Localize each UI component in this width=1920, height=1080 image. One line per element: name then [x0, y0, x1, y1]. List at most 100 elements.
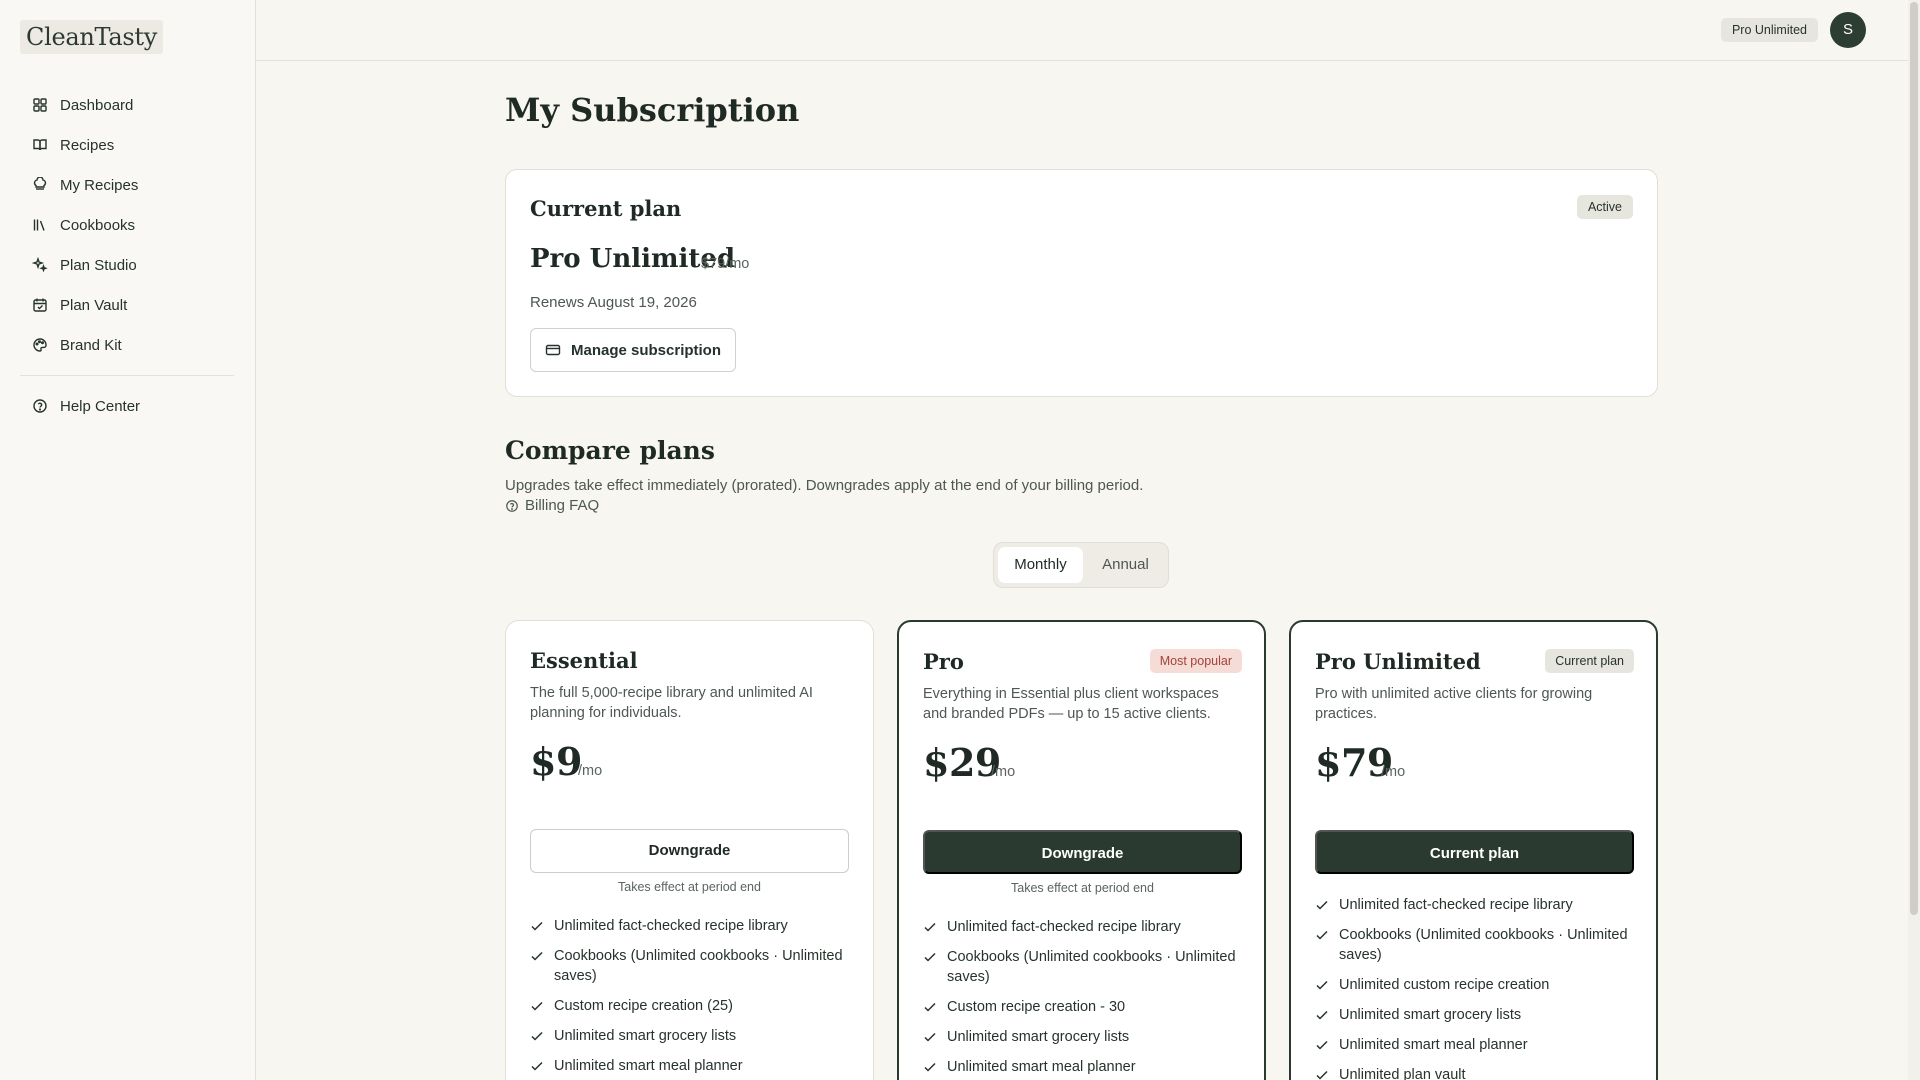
- feature-label: Cookbooks (Unlimited cookbooks · Unlimit…: [947, 949, 1236, 985]
- plan-name: Pro: [923, 649, 964, 674]
- check-icon: [924, 1032, 936, 1042]
- plan-description: Pro with unlimited active clients for gr…: [1315, 686, 1593, 722]
- current-plan-price: $79/mo: [701, 256, 750, 272]
- feature-label: Unlimited plan vault: [1339, 1067, 1466, 1080]
- plan-price: $29: [923, 740, 1001, 785]
- manage-subscription-label: Manage subscription: [570, 341, 722, 359]
- plan-price-period: /mo: [991, 764, 1016, 780]
- plan-feature-list: Unlimited fact-checked recipe library Co…: [923, 917, 1242, 1080]
- toggle-annual[interactable]: Annual: [1087, 547, 1164, 583]
- plan-feature-list: Unlimited fact-checked recipe library Co…: [530, 916, 849, 1080]
- plan-description: The full 5,000-recipe library and unlimi…: [530, 685, 813, 721]
- list-item: Custom recipe creation - 30: [923, 997, 1242, 1017]
- chef-hat-icon: [33, 177, 47, 190]
- list-item: Unlimited smart meal planner: [923, 1057, 1242, 1077]
- sidebar-item-label: My Recipes: [60, 176, 139, 194]
- plan-card-pro-unlimited: Pro Unlimited Current plan Pro with unli…: [1289, 620, 1658, 1080]
- sidebar-item-label: Plan Vault: [60, 296, 128, 314]
- check-icon: [531, 1001, 543, 1011]
- scrollbar-thumb[interactable]: [1910, 2, 1918, 915]
- list-item: Cookbooks (Unlimited cookbooks · Unlimit…: [923, 947, 1242, 987]
- list-item: Cookbooks (Unlimited cookbooks · Unlimit…: [530, 946, 849, 986]
- toggle-monthly[interactable]: Monthly: [998, 547, 1083, 583]
- feature-label: Unlimited custom recipe creation: [1339, 977, 1550, 993]
- plan-button-note: Takes effect at period end: [618, 880, 761, 894]
- grid-icon: [33, 98, 47, 112]
- sidebar-divider: [20, 375, 234, 376]
- help-circle-icon: [506, 499, 518, 512]
- sidebar-item-recipes[interactable]: Recipes: [20, 125, 234, 165]
- manage-subscription-button[interactable]: Manage subscription: [530, 328, 736, 372]
- app-logo[interactable]: CleanTasty: [20, 20, 163, 54]
- check-icon: [1316, 900, 1328, 910]
- feature-label: Unlimited fact-checked recipe library: [554, 918, 788, 934]
- list-item: Unlimited smart grocery lists: [530, 1026, 849, 1046]
- feature-label: Cookbooks (Unlimited cookbooks · Unlimit…: [554, 948, 843, 984]
- billing-faq-link[interactable]: Billing FAQ: [505, 497, 599, 514]
- check-icon: [531, 1031, 543, 1041]
- plan-card-pro: Pro Most popular Everything in Essential…: [897, 620, 1266, 1080]
- feature-label: Unlimited smart grocery lists: [947, 1029, 1130, 1045]
- plan-price: $9: [530, 739, 582, 784]
- feature-label: Unlimited fact-checked recipe library: [947, 919, 1181, 935]
- feature-label: Unlimited smart meal planner: [1339, 1037, 1528, 1053]
- check-icon: [924, 922, 936, 932]
- feature-label: Unlimited fact-checked recipe library: [1339, 897, 1573, 913]
- check-icon: [1316, 930, 1328, 940]
- calendar-check-icon: [33, 298, 47, 312]
- feature-label: Cookbooks (Unlimited cookbooks · Unlimit…: [1339, 927, 1628, 963]
- check-icon: [531, 951, 543, 961]
- plan-name: Essential: [530, 648, 638, 673]
- plan-price-period: /mo: [1381, 764, 1406, 780]
- list-item: Unlimited smart meal planner: [530, 1056, 849, 1076]
- sidebar-item-cookbooks[interactable]: Cookbooks: [20, 205, 234, 245]
- compare-plans-title: Compare plans: [505, 436, 715, 465]
- sidebar-item-help-center[interactable]: Help Center: [20, 386, 234, 426]
- list-item: Cookbooks (Unlimited cookbooks · Unlimit…: [1315, 925, 1634, 965]
- feature-label: Custom recipe creation (25): [554, 998, 733, 1014]
- plan-button-note: Takes effect at period end: [1011, 881, 1154, 895]
- sidebar-item-my-recipes[interactable]: My Recipes: [20, 165, 234, 205]
- library-icon: [33, 219, 45, 231]
- billing-period-toggle: Monthly Annual: [993, 542, 1169, 588]
- list-item: Unlimited fact-checked recipe library: [923, 917, 1242, 937]
- check-icon: [1316, 1010, 1328, 1020]
- avatar[interactable]: S: [1830, 12, 1866, 48]
- topbar: Pro Unlimited S: [256, 0, 1908, 61]
- sidebar-item-plan-studio[interactable]: Plan Studio: [20, 245, 234, 285]
- current-plan-card: Current plan Active Pro Unlimited $79/mo…: [505, 169, 1658, 397]
- help-circle-icon: [33, 399, 47, 413]
- feature-label: Custom recipe creation - 30: [947, 999, 1126, 1015]
- downgrade-pro-button[interactable]: Downgrade: [923, 830, 1242, 874]
- status-badge: Active: [1576, 195, 1633, 219]
- most-popular-badge: Most popular: [1149, 649, 1242, 673]
- current-plan-heading: Current plan: [530, 196, 682, 221]
- plan-feature-list: Unlimited fact-checked recipe library Co…: [1315, 895, 1634, 1080]
- sidebar-item-dashboard[interactable]: Dashboard: [20, 85, 234, 125]
- current-plan-badge: Current plan: [1545, 649, 1634, 673]
- sidebar-item-plan-vault[interactable]: Plan Vault: [20, 285, 234, 325]
- downgrade-essential-button[interactable]: Downgrade: [530, 829, 849, 873]
- billing-faq-label: Billing FAQ: [525, 497, 600, 514]
- renewal-date: Renews August 19, 2026: [530, 294, 697, 311]
- current-plan-button[interactable]: Current plan: [1315, 830, 1634, 874]
- scrollbar[interactable]: [1908, 0, 1920, 1080]
- sidebar-item-label: Plan Studio: [60, 256, 137, 274]
- sidebar-item-brand-kit[interactable]: Brand Kit: [20, 325, 234, 365]
- plan-name: Pro Unlimited: [1315, 649, 1481, 674]
- sidebar-nav: Dashboard Recipes My Recipes Cookbooks P…: [20, 85, 234, 426]
- plan-card-essential: Essential The full 5,000-recipe library …: [505, 620, 874, 1080]
- feature-label: Unlimited smart meal planner: [554, 1058, 743, 1074]
- book-open-icon: [33, 139, 47, 151]
- check-icon: [924, 1062, 936, 1072]
- palette-icon: [33, 338, 47, 352]
- page-title: My Subscription: [505, 91, 800, 129]
- plan-description: Everything in Essential plus client work…: [923, 686, 1219, 722]
- sidebar-item-label: Help Center: [60, 397, 141, 415]
- sidebar-item-label: Recipes: [60, 136, 115, 154]
- list-item: Unlimited custom recipe creation: [1315, 975, 1634, 995]
- sparkles-icon: [32, 257, 48, 273]
- feature-label: Unlimited smart grocery lists: [1339, 1007, 1522, 1023]
- list-item: Unlimited smart grocery lists: [1315, 1005, 1634, 1025]
- check-icon: [1316, 1070, 1328, 1080]
